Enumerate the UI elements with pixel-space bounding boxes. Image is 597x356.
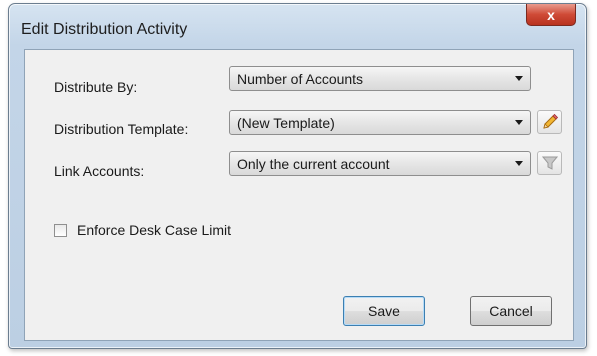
close-button[interactable]: x bbox=[526, 4, 576, 26]
edit-template-button[interactable] bbox=[537, 110, 562, 134]
chevron-down-icon bbox=[515, 76, 523, 81]
enforce-limit-label[interactable]: Enforce Desk Case Limit bbox=[77, 222, 231, 238]
link-accounts-label: Link Accounts: bbox=[54, 163, 145, 179]
chevron-down-icon bbox=[515, 120, 523, 125]
close-icon: x bbox=[547, 6, 555, 23]
link-accounts-value: Only the current account bbox=[237, 156, 390, 172]
save-button[interactable]: Save bbox=[343, 296, 425, 326]
distribution-template-label: Distribution Template: bbox=[54, 121, 189, 137]
link-accounts-select[interactable]: Only the current account bbox=[229, 151, 531, 176]
dialog-title: Edit Distribution Activity bbox=[21, 21, 188, 38]
dialog-window: Edit Distribution Activity x Distribute … bbox=[8, 3, 587, 349]
funnel-icon bbox=[541, 156, 558, 170]
distribution-template-select[interactable]: (New Template) bbox=[229, 110, 531, 135]
distribute-by-label: Distribute By: bbox=[54, 79, 138, 95]
distribute-by-select[interactable]: Number of Accounts bbox=[229, 66, 531, 91]
distribution-template-value: (New Template) bbox=[237, 115, 335, 131]
enforce-limit-checkbox[interactable] bbox=[54, 224, 67, 237]
distribute-by-value: Number of Accounts bbox=[237, 71, 364, 87]
dialog-body: Distribute By: Number of Accounts Distri… bbox=[24, 49, 574, 341]
cancel-button[interactable]: Cancel bbox=[470, 296, 552, 326]
pencil-icon bbox=[542, 113, 558, 129]
filter-accounts-button[interactable] bbox=[537, 151, 562, 175]
chevron-down-icon bbox=[515, 161, 523, 166]
